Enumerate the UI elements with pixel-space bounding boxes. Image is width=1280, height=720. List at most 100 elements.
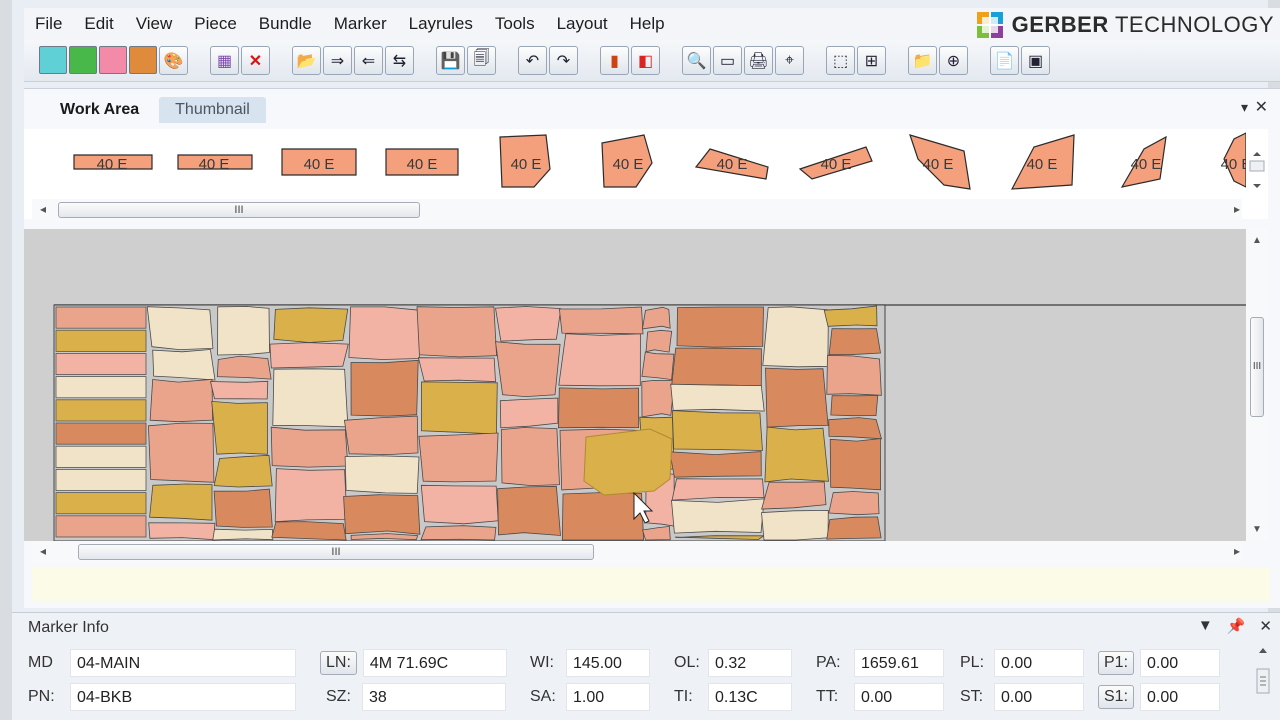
scroll-left-arrow-icon[interactable]: ◂ [40, 544, 46, 558]
marker-piece[interactable] [213, 488, 273, 528]
report-icon[interactable]: 📄 [990, 46, 1019, 75]
ln-button[interactable]: LN: [320, 651, 357, 675]
close-icon[interactable]: ✕ [1259, 617, 1272, 635]
menu-view[interactable]: View [125, 10, 184, 38]
scroll-thumb[interactable]: III [58, 202, 420, 218]
s1-button[interactable]: S1: [1098, 685, 1135, 709]
marker-piece[interactable] [420, 381, 498, 435]
marker-piece[interactable] [274, 468, 348, 523]
marker-piece[interactable] [270, 426, 349, 468]
marker-piece[interactable] [148, 522, 216, 541]
s1-value[interactable]: 0.00 [1140, 683, 1221, 711]
marker-piece[interactable] [499, 397, 559, 429]
menu-file[interactable]: File [24, 10, 73, 38]
marker-piece[interactable] [418, 432, 499, 483]
fit-width-icon[interactable]: ▭ [713, 46, 742, 75]
marker-piece[interactable] [149, 378, 214, 423]
ol-value[interactable]: 0.32 [708, 649, 792, 677]
menu-bundle[interactable]: Bundle [248, 10, 323, 38]
panel-menu-icon[interactable]: ▼ [1198, 617, 1213, 635]
marker-piece[interactable] [497, 485, 561, 536]
marker-piece[interactable] [676, 306, 764, 348]
close-icon[interactable]: ✕ [1255, 97, 1268, 117]
save-icon[interactable]: 💾 [436, 46, 465, 75]
piece-thumbnail[interactable]: 40 E [385, 148, 459, 176]
marker-piece[interactable] [500, 427, 560, 487]
marker-piece[interactable] [670, 383, 765, 412]
marker-piece[interactable] [828, 328, 881, 356]
marker-horizontal-scrollbar[interactable]: ◂ III ▸ [32, 541, 1242, 563]
marker-piece[interactable] [216, 355, 272, 380]
marker-piece[interactable] [152, 349, 216, 381]
marker-piece[interactable] [641, 306, 671, 330]
md-value[interactable]: 04-MAIN [70, 649, 296, 677]
p1-value[interactable]: 0.00 [1140, 649, 1221, 677]
marker-piece[interactable] [641, 351, 675, 381]
marker-piece[interactable] [420, 484, 499, 525]
palette-icon[interactable]: 🎨 [159, 46, 188, 75]
delete-icon[interactable]: ✕ [241, 46, 270, 75]
pin-icon[interactable]: 📌 [1227, 617, 1246, 635]
marker-piece[interactable] [762, 306, 829, 368]
marker-piece[interactable] [55, 399, 147, 422]
piece-thumbnail[interactable]: 40 E [601, 134, 653, 188]
marker-piece[interactable] [272, 368, 349, 428]
scroll-thumb-vertical[interactable]: III [1250, 317, 1264, 417]
piece-strip-horizontal-scrollbar[interactable]: ◂ III ▸ [32, 199, 1242, 221]
add-piece-icon[interactable]: ⊕ [939, 46, 968, 75]
tt-value[interactable]: 0.00 [854, 683, 944, 711]
save-all-icon[interactable]: 🗐 [467, 46, 496, 75]
piece-thumbnail[interactable]: 40 E [1120, 135, 1167, 188]
piece-thumbnail[interactable]: 40 E [1221, 132, 1246, 188]
marker-piece[interactable] [420, 525, 497, 541]
marker-piece[interactable] [343, 494, 421, 535]
marker-piece[interactable] [561, 492, 645, 541]
marker-piece[interactable] [273, 307, 349, 343]
marker-piece[interactable] [495, 341, 561, 398]
marker-piece[interactable] [344, 455, 420, 494]
piece-thumbnail[interactable]: 40 E [281, 148, 357, 176]
ti-value[interactable]: 0.13C [708, 683, 792, 711]
menu-help[interactable]: Help [619, 10, 676, 38]
marker-piece[interactable] [271, 521, 347, 541]
marker-piece[interactable] [417, 357, 496, 383]
piece-thumbnail[interactable]: 40 E [909, 134, 971, 190]
piece-thumbnail[interactable]: 40 E [1010, 134, 1075, 190]
piece-thumbnail[interactable]: 40 E [73, 154, 153, 173]
marker-piece[interactable] [671, 478, 765, 501]
marker-vertical-scrollbar[interactable]: ▲ III ▼ [1246, 229, 1268, 541]
marker-piece[interactable] [671, 347, 762, 387]
marker-info-scrollbar[interactable] [1254, 643, 1272, 717]
sz-value[interactable]: 38 [362, 683, 506, 711]
scroll-up-arrow-icon[interactable]: ▲ [1252, 235, 1262, 246]
marker-piece[interactable] [212, 528, 274, 541]
st-value[interactable]: 0.00 [994, 683, 1084, 711]
multi-select-icon[interactable]: ⬚ [826, 46, 855, 75]
marker-piece[interactable] [147, 422, 215, 483]
marker-piece[interactable] [217, 306, 270, 356]
marker-piece[interactable] [765, 367, 829, 428]
marker-canvas[interactable] [24, 229, 1246, 541]
marker-piece[interactable] [149, 483, 213, 521]
marker-piece[interactable] [213, 454, 273, 488]
tab-work-area[interactable]: Work Area [44, 97, 156, 123]
marker-piece[interactable] [495, 306, 562, 342]
marker-piece[interactable] [343, 415, 419, 456]
color-swatch-green[interactable] [69, 46, 97, 74]
sa-value[interactable]: 1.00 [566, 683, 650, 711]
marker-piece[interactable] [146, 306, 214, 351]
marker-piece[interactable] [558, 333, 641, 387]
marker-piece[interactable] [348, 306, 421, 360]
menu-layout[interactable]: Layout [546, 10, 619, 38]
panel-menu-icon[interactable]: ▾ [1241, 99, 1248, 116]
menu-piece[interactable]: Piece [183, 10, 248, 38]
pa-value[interactable]: 1659.61 [854, 649, 944, 677]
add-folder-icon[interactable]: 📁 [908, 46, 937, 75]
marker-piece[interactable] [211, 400, 268, 455]
wi-value[interactable]: 145.00 [566, 649, 650, 677]
pl-value[interactable]: 0.00 [994, 649, 1084, 677]
marker-piece[interactable] [55, 445, 147, 468]
marker-piece[interactable] [557, 387, 640, 429]
color-swatch-cyan[interactable] [39, 46, 67, 74]
marker-piece[interactable] [269, 342, 349, 369]
